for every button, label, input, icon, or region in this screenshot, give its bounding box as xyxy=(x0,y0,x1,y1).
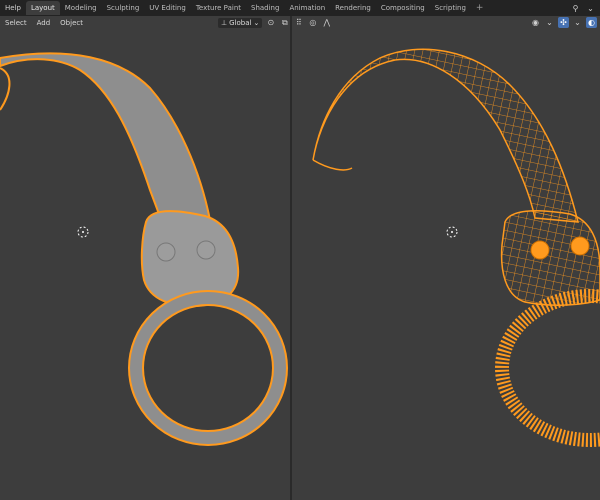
viewport-divider[interactable] xyxy=(290,16,292,500)
viewport-canvas[interactable] xyxy=(0,0,600,500)
wireframe-strap-model[interactable] xyxy=(312,48,600,447)
solid-strap-model[interactable] xyxy=(0,52,288,446)
3d-cursor-icon[interactable] xyxy=(446,226,458,238)
3d-cursor-icon[interactable] xyxy=(77,226,89,238)
